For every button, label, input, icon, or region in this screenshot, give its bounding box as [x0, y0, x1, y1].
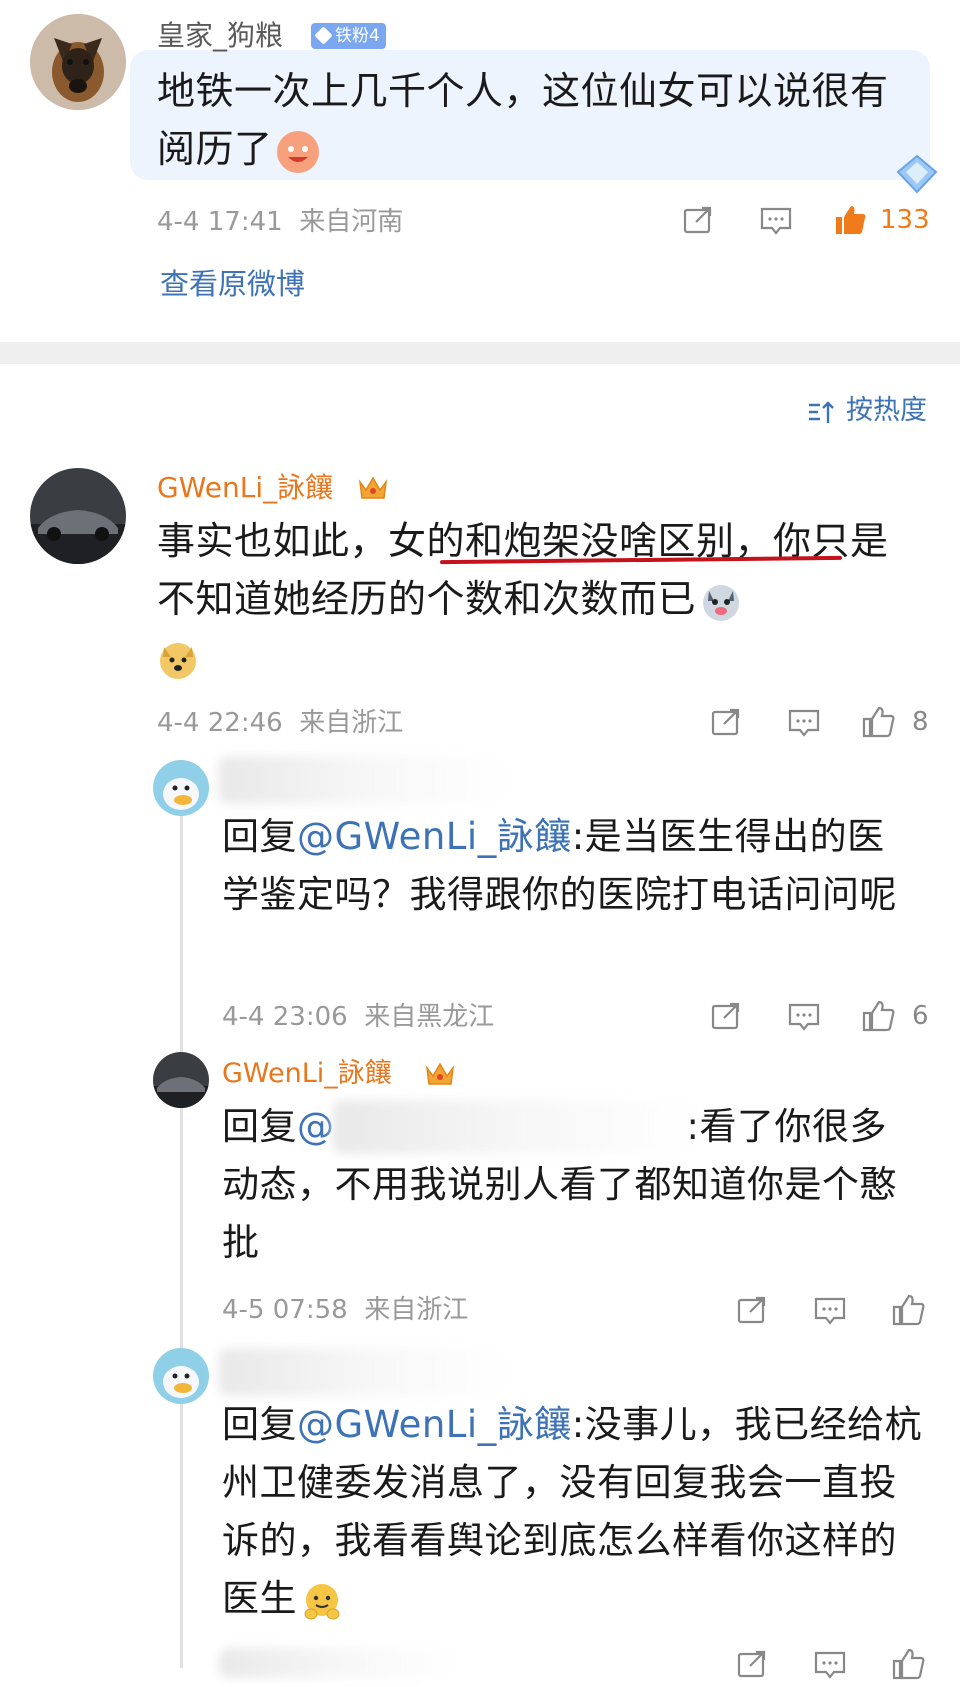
reply-thread-line — [180, 808, 183, 1668]
reply-actions — [734, 1292, 934, 1332]
reply-actions — [734, 1646, 934, 1686]
comment-actions: 133 — [680, 202, 940, 242]
like-icon[interactable] — [860, 998, 896, 1034]
doge-emoji-icon — [157, 639, 199, 681]
hug-emoji-icon — [301, 1580, 343, 1622]
like-icon[interactable] — [832, 202, 868, 238]
avatar[interactable] — [153, 1348, 209, 1404]
like-count: 133 — [880, 205, 930, 235]
diamond-sticker-icon — [892, 152, 942, 196]
sort-icon — [806, 397, 836, 427]
username[interactable]: GWenLi_詠饟 — [222, 1056, 392, 1092]
reply-actions: 6 — [708, 998, 938, 1038]
sort-control[interactable]: 按热度 — [806, 395, 936, 429]
blurred-mention — [332, 1100, 702, 1154]
share-icon[interactable] — [734, 1292, 770, 1328]
comment-actions: 8 — [708, 704, 938, 744]
avatar[interactable] — [153, 760, 209, 816]
blurred-meta — [218, 1648, 458, 1678]
comment-icon[interactable] — [786, 998, 822, 1034]
blurred-username — [218, 756, 508, 804]
like-icon[interactable] — [860, 704, 896, 740]
reply-meta: 4-4 23:06 来自黑龙江 — [222, 1002, 495, 1032]
husky-emoji-icon — [700, 581, 742, 623]
username[interactable]: 皇家_狗粮 — [157, 18, 283, 54]
fan-badge[interactable]: 铁粉4 — [311, 23, 386, 49]
like-count: 6 — [912, 1001, 929, 1031]
comment-icon[interactable] — [812, 1646, 848, 1682]
like-icon[interactable] — [890, 1646, 926, 1682]
share-icon[interactable] — [734, 1646, 770, 1682]
mention-link[interactable]: @GWenLi_詠饟 — [297, 1403, 572, 1446]
like-icon[interactable] — [890, 1292, 926, 1328]
reply-text: 回复@GWenLi_詠饟:是当医生得出的医学鉴定吗？我得跟你的医院打电话问问呢 — [222, 815, 897, 916]
reply-text: 回复@GWenLi_詠饟:没事儿，我已经给杭州卫健委发消息了，没有回复我会一直投… — [222, 1403, 923, 1622]
view-original-link[interactable]: 查看原微博 — [160, 266, 305, 302]
avatar[interactable] — [30, 468, 126, 564]
mention-link[interactable]: @GWenLi_詠饟 — [297, 815, 572, 858]
diamond-icon — [314, 26, 333, 45]
comment-text: 事实也如此，女的和炮架没啥区别，你只是不知道她经历的个数和次数而已 — [157, 512, 902, 686]
share-icon[interactable] — [708, 704, 744, 740]
crown-icon — [424, 1058, 456, 1088]
comment-icon[interactable] — [786, 704, 822, 740]
avatar[interactable] — [153, 1052, 209, 1108]
comment-icon[interactable] — [758, 202, 794, 238]
avatar[interactable] — [30, 14, 126, 110]
share-icon[interactable] — [680, 202, 716, 238]
mention-link[interactable]: @ — [297, 1105, 335, 1148]
username[interactable]: GWenLi_詠饟 — [157, 470, 333, 506]
blurred-username — [218, 1348, 508, 1396]
like-count: 8 — [912, 707, 929, 737]
comment-text: 地铁一次上几千个人，这位仙女可以说很有阅历了 — [157, 69, 889, 173]
reply-meta: 4-5 07:58 来自浙江 — [222, 1295, 469, 1325]
share-icon[interactable] — [708, 998, 744, 1034]
laugh-emoji-icon — [276, 130, 319, 173]
comment-meta: 4-4 17:41 来自河南 — [157, 207, 404, 237]
section-divider — [0, 342, 960, 364]
crown-icon — [357, 472, 389, 502]
comment-meta: 4-4 22:46 来自浙江 — [157, 708, 404, 738]
sort-label: 按热度 — [846, 395, 927, 426]
comment-icon[interactable] — [812, 1292, 848, 1328]
